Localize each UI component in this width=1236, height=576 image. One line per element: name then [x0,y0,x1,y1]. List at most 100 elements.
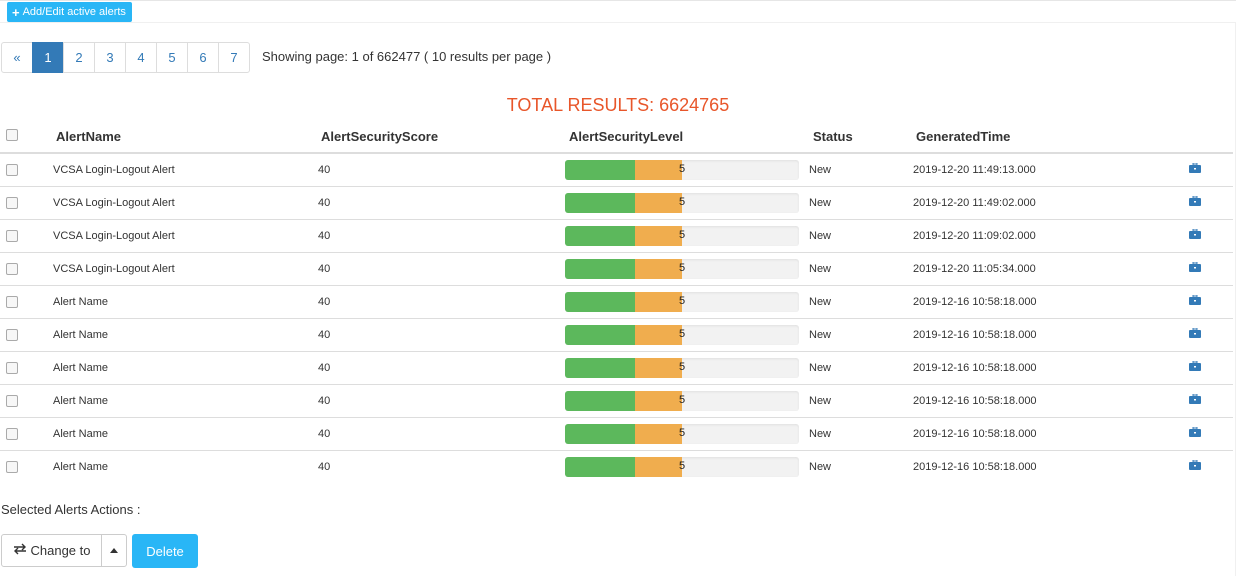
security-level-green-segment [565,423,635,444]
pagination-page-7[interactable]: 7 [218,42,250,73]
row-actions [1183,350,1233,384]
row-status: New [809,152,913,186]
row-status: New [809,449,913,483]
table-row: Alert Name 40 5 New 2019-12-16 10:58:18.000 [0,449,1233,483]
pagination-prev[interactable]: « [1,42,33,73]
change-to-main[interactable]: Change to [2,535,102,566]
security-level-orange-segment [635,291,682,312]
row-alert-name: Alert Name [53,350,318,384]
security-level-orange-segment [635,357,682,378]
row-alert-name: Alert Name [53,416,318,450]
row-select-cell [0,350,53,384]
row-checkbox[interactable] [6,394,18,407]
row-checkbox[interactable] [6,427,18,440]
change-to-label: Change to [30,543,91,558]
pagination-page-5[interactable]: 5 [156,42,188,73]
briefcase-icon[interactable] [1189,427,1201,437]
header-generated-time[interactable]: GeneratedTime [913,120,1183,154]
pagination-page-6[interactable]: 6 [187,42,219,73]
table-row: VCSA Login-Logout Alert 40 5 New 2019-12-20 … [0,251,1233,285]
row-select-cell [0,218,53,252]
briefcase-icon[interactable] [1189,262,1201,272]
row-alert-security-score: 40 [318,383,565,417]
row-alert-security-score: 40 [318,284,565,318]
row-select-cell [0,383,53,417]
row-alert-name: Alert Name [53,383,318,417]
briefcase-icon[interactable] [1189,361,1201,371]
row-alert-security-score: 40 [318,350,565,384]
row-generated-time: 2019-12-20 11:49:13.000 [913,152,1183,186]
briefcase-icon[interactable] [1189,394,1201,404]
pagination-page-4[interactable]: 4 [125,42,157,73]
row-alert-security-score: 40 [318,251,565,285]
pagination: « 1 2 3 4 5 6 7 [1,42,250,73]
security-level-value: 5 [679,195,686,208]
row-alert-name: VCSA Login-Logout Alert [53,251,318,285]
row-alert-security-level: 5 [565,449,809,483]
briefcase-icon[interactable] [1189,163,1201,174]
briefcase-icon[interactable] [1189,295,1201,305]
row-generated-time: 2019-12-20 11:05:34.000 [913,251,1183,285]
security-level-bar: 5 [565,192,799,213]
row-actions [1183,152,1233,186]
row-alert-security-score: 40 [318,218,565,252]
pagination-page-3[interactable]: 3 [94,42,126,73]
security-level-value: 5 [679,261,686,274]
row-checkbox[interactable] [6,229,18,242]
header-alert-security-score[interactable]: AlertSecurityScore [318,120,565,154]
row-alert-security-level: 5 [565,152,809,186]
briefcase-icon[interactable] [1189,196,1201,206]
change-to-dropdown-toggle[interactable] [102,535,126,566]
table-row: Alert Name 40 5 New 2019-12-16 10:58:18.000 [0,284,1233,318]
security-level-green-segment [565,225,635,246]
table-row: VCSA Login-Logout Alert 40 5 New 2019-12-20 … [0,218,1233,252]
row-checkbox[interactable] [6,196,18,209]
row-checkbox[interactable] [6,262,18,275]
security-level-value: 5 [679,459,686,472]
row-alert-name: Alert Name [53,317,318,351]
security-level-orange-segment [635,456,682,477]
header-alert-security-level[interactable]: AlertSecurityLevel [565,120,809,154]
row-alert-security-level: 5 [565,185,809,219]
row-alert-name: Alert Name [53,284,318,318]
row-alert-security-level: 5 [565,416,809,450]
row-checkbox[interactable] [6,361,18,374]
security-level-bar: 5 [565,159,799,180]
row-actions [1183,251,1233,285]
briefcase-icon[interactable] [1189,229,1201,239]
row-checkbox[interactable] [6,295,18,308]
security-level-orange-segment [635,390,682,411]
briefcase-icon[interactable] [1189,328,1201,338]
pagination-page-2[interactable]: 2 [63,42,95,73]
select-all-checkbox[interactable] [6,129,18,142]
row-actions [1183,185,1233,219]
security-level-orange-segment [635,225,682,246]
row-checkbox[interactable] [6,328,18,341]
security-level-green-segment [565,159,635,180]
briefcase-icon[interactable] [1189,460,1201,471]
row-generated-time: 2019-12-16 10:58:18.000 [913,350,1183,384]
security-level-value: 5 [679,162,686,175]
row-status: New [809,185,913,219]
row-status: New [809,350,913,384]
change-to-button[interactable]: Change to [1,534,127,567]
delete-button[interactable]: Delete [132,534,198,568]
add-edit-alerts-button[interactable]: + Add/Edit active alerts [7,2,132,22]
header-alert-name[interactable]: AlertName [53,120,318,154]
pagination-page-1[interactable]: 1 [32,42,64,73]
row-status: New [809,416,913,450]
security-level-orange-segment [635,192,682,213]
security-level-orange-segment [635,159,682,180]
row-alert-security-score: 40 [318,449,565,483]
row-checkbox[interactable] [6,460,18,473]
row-select-cell [0,449,53,483]
row-alert-security-level: 5 [565,284,809,318]
row-actions [1183,284,1233,318]
row-generated-time: 2019-12-20 11:09:02.000 [913,218,1183,252]
header-status[interactable]: Status [809,120,913,154]
security-level-orange-segment [635,324,682,345]
select-all-cell [0,120,53,154]
security-level-green-segment [565,258,635,279]
row-checkbox[interactable] [6,163,18,176]
security-level-bar: 5 [565,324,799,345]
